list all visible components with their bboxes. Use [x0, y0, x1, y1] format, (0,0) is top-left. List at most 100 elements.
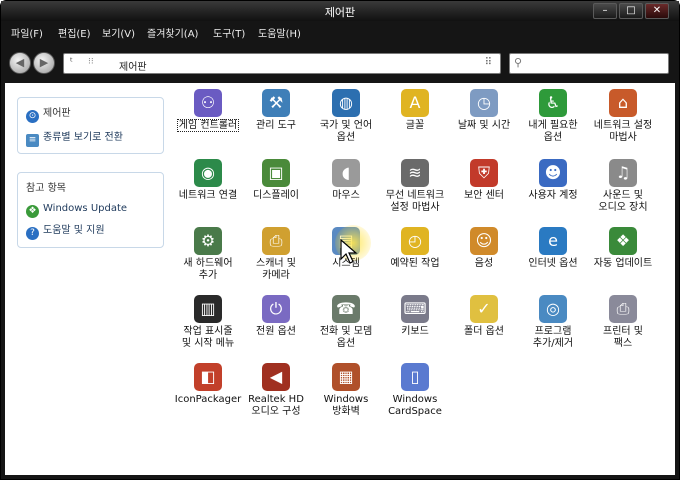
item-folder-options[interactable]: ✓ 폴더 옵션: [449, 295, 519, 359]
item-user-accounts[interactable]: ☻ 사용자 계정: [518, 159, 588, 223]
windows-update-icon: ❖: [609, 227, 637, 255]
item-add-hardware[interactable]: ⚙ 새 하드웨어 추가: [173, 227, 243, 291]
item-automatic-updates[interactable]: ❖ 자동 업데이트: [588, 227, 658, 291]
window-title: 제어판: [324, 6, 356, 19]
item-speech[interactable]: ☺ 음성: [449, 227, 519, 291]
menu-편집[interactable]: 편집(E): [58, 25, 91, 40]
item-label: 관리 도구: [256, 120, 296, 131]
item-label: 전원 옵션: [256, 326, 296, 337]
shield-icon: ⛨: [470, 159, 498, 187]
item-label: 마우스: [332, 190, 360, 201]
item-label: 네트워크 연결: [178, 190, 238, 201]
item-regional-language[interactable]: ◍ 국가 및 언어 옵션: [311, 89, 381, 153]
speaker-icon: ♫: [609, 159, 637, 187]
address-bar[interactable]: ᵗ ⁝⁝ 제어판 ⠿: [63, 53, 501, 74]
firewall-icon: ▦: [332, 363, 360, 391]
item-realtek-hd[interactable]: ◀ Realtek HD 오디오 구성: [241, 363, 311, 427]
iconpackager-icon: ◧: [194, 363, 222, 391]
menu-bar: 파일(F) 편집(E) 보기(V) 즐겨찾기(A) 도구(T) 도움말(H): [1, 21, 679, 43]
item-game-controllers[interactable]: ⚇ 게임 컨트롤러: [173, 89, 243, 153]
realtek-speaker-icon: ◀: [262, 363, 290, 391]
item-scanners-cameras[interactable]: ⎙ 스캐너 및 카메라: [241, 227, 311, 291]
windows-update-link[interactable]: ❖ Windows Update: [26, 203, 127, 218]
menu-즐겨찾기[interactable]: 즐겨찾기(A): [147, 25, 198, 40]
item-phone-modem[interactable]: ☎ 전화 및 모뎀 옵션: [311, 295, 381, 359]
category-view-icon: ≡: [26, 134, 39, 147]
menu-도움말[interactable]: 도움말(H): [258, 25, 301, 40]
item-sounds-audio[interactable]: ♫ 사운드 및 오디오 장치: [588, 159, 658, 223]
breadcrumb[interactable]: 제어판: [119, 58, 147, 73]
item-label: 음성: [474, 258, 494, 269]
programs-icon: ◎: [539, 295, 567, 323]
item-label: Windows 방화벽: [323, 394, 369, 417]
address-grid-icon[interactable]: ⠿: [485, 57, 492, 68]
item-label: 날짜 및 시간: [457, 120, 511, 131]
help-support-link[interactable]: ? 도움말 및 지원: [26, 221, 105, 240]
folder-options-icon: ✓: [470, 295, 498, 323]
maximize-icon: □: [626, 5, 636, 16]
maximize-button[interactable]: □: [619, 3, 643, 19]
globe-icon: ◍: [332, 89, 360, 117]
item-mouse[interactable]: ◖ 마우스: [311, 159, 381, 223]
item-label: Realtek HD 오디오 구성: [248, 394, 304, 417]
up-arrow-icon[interactable]: ᵗ: [70, 57, 73, 68]
item-label: 사용자 계정: [528, 190, 578, 201]
back-button[interactable]: ◀: [9, 52, 31, 74]
accessibility-icon: ♿: [539, 89, 567, 117]
clock-icon: ◷: [470, 89, 498, 117]
item-label: 내게 필요한 옵션: [528, 120, 578, 143]
search-icon: ⚲: [514, 56, 523, 69]
item-power-options[interactable]: ⏻ 전원 옵션: [241, 295, 311, 359]
item-label: 글꼴: [405, 120, 425, 131]
arrow-left-icon: ◀: [15, 56, 25, 69]
content-area: ⊙ 제어판 ≡ 종류별 보기로 전환 참고 항목 ❖ Windows Update ?…: [5, 83, 675, 475]
menu-파일[interactable]: 파일(F): [11, 25, 43, 40]
tasks-folder-icon: ◴: [401, 227, 429, 255]
minimize-button[interactable]: –: [593, 3, 617, 19]
breadcrumb-dots-icon[interactable]: ⁝⁝: [88, 57, 94, 67]
menu-도구[interactable]: 도구(T): [213, 25, 245, 40]
title-bar[interactable]: 제어판 – □ ✕: [1, 1, 679, 21]
item-administrative-tools[interactable]: ⚒ 관리 도구: [241, 89, 311, 153]
printer-icon: ⎙: [609, 295, 637, 323]
item-security-center[interactable]: ⛨ 보안 센터: [449, 159, 519, 223]
item-wireless-setup-wizard[interactable]: ≋ 무선 네트워크 설정 마법사: [380, 159, 450, 223]
item-printers-faxes[interactable]: ⎙ 프린터 및 팩스: [588, 295, 658, 359]
cardspace-icon: ▯: [401, 363, 429, 391]
forward-button[interactable]: ▶: [33, 52, 55, 74]
item-internet-options[interactable]: e 인터넷 옵션: [518, 227, 588, 291]
speech-icon: ☺: [470, 227, 498, 255]
search-input[interactable]: ⚲: [509, 53, 669, 74]
item-keyboard[interactable]: ⌨ 키보드: [380, 295, 450, 359]
minimize-icon: –: [602, 5, 608, 16]
item-accessibility[interactable]: ♿ 내게 필요한 옵션: [518, 89, 588, 153]
network-globe-icon: ◉: [194, 159, 222, 187]
item-display[interactable]: ▣ 디스플레이: [241, 159, 311, 223]
item-iconpackager[interactable]: ◧ IconPackager: [173, 363, 243, 427]
menu-보기[interactable]: 보기(V): [102, 25, 135, 40]
mouse-icon: ◖: [332, 159, 360, 187]
scanner-icon: ⎙: [262, 227, 290, 255]
network-house-icon: ⌂: [609, 89, 637, 117]
item-add-remove-programs[interactable]: ◎ 프로그램 추가/제거: [518, 295, 588, 359]
item-taskbar-start-menu[interactable]: ▥ 작업 표시줄 및 시작 메뉴: [173, 295, 243, 359]
navigation-bar: ◀ ▶ ᵗ ⁝⁝ 제어판 ⠿ ⚲: [1, 43, 679, 83]
item-label: 국가 및 언어 옵션: [319, 120, 373, 143]
task-pane-title: ⊙ 제어판: [26, 104, 71, 123]
item-label: 보안 센터: [464, 190, 504, 201]
item-date-time[interactable]: ◷ 날짜 및 시간: [449, 89, 519, 153]
item-label: 전화 및 모뎀 옵션: [319, 326, 373, 349]
item-fonts[interactable]: A 글꼴: [380, 89, 450, 153]
mouse-cursor-icon: [340, 239, 358, 264]
internet-icon: e: [539, 227, 567, 255]
close-button[interactable]: ✕: [645, 3, 669, 19]
item-scheduled-tasks[interactable]: ◴ 예약된 작업: [380, 227, 450, 291]
item-network-setup-wizard[interactable]: ⌂ 네트워크 설정 마법사: [588, 89, 658, 153]
admin-tools-icon: ⚒: [262, 89, 290, 117]
item-label: 폴더 옵션: [464, 326, 504, 337]
item-windows-cardspace[interactable]: ▯ Windows CardSpace: [380, 363, 450, 427]
item-label: 자동 업데이트: [593, 258, 653, 269]
item-network-connections[interactable]: ◉ 네트워크 연결: [173, 159, 243, 223]
switch-to-category-view-link[interactable]: ≡ 종류별 보기로 전환: [26, 128, 123, 147]
item-windows-firewall[interactable]: ▦ Windows 방화벽: [311, 363, 381, 427]
